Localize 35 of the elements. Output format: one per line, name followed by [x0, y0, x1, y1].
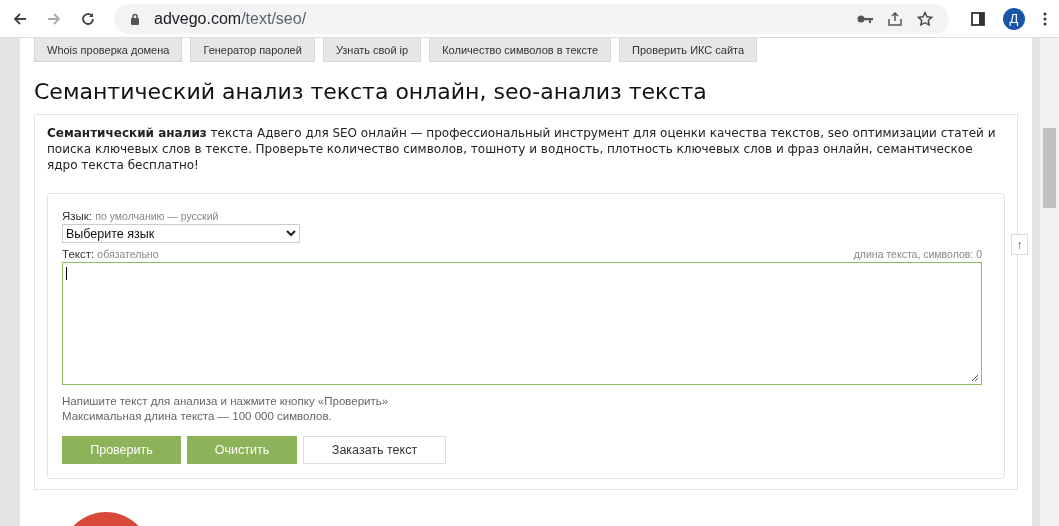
- field-label: Язык:: [62, 210, 93, 222]
- chevron-icon: [286, 230, 296, 237]
- select-value: Выберите язык: [66, 226, 155, 241]
- scroll-to-top-button[interactable]: ↑: [1011, 234, 1028, 255]
- text-input-field[interactable]: [62, 262, 982, 385]
- lock-icon: [130, 12, 140, 25]
- intro-paragraph: Семантический анализ текста Адвего для SEO онлайн — профессиональный инструмент для оценки качества текстов, seo оптимизации статей и поиска ключевых слов в тексте. Проверьте количество символов, тошноту и водность, плотность ключевых слов и фраз онлайн, семантическое ядро текста бесплатно!: [47, 125, 997, 173]
- tool-link-button[interactable]: Генератор паролей: [190, 38, 315, 62]
- url-text: advego.com/text/seo/: [154, 9, 307, 28]
- scrollbar-thumb[interactable]: [1043, 128, 1056, 208]
- key-icon[interactable]: [857, 13, 873, 24]
- help-text: Максимальная длина текста — 100 000 символов.: [62, 409, 333, 424]
- back-icon[interactable]: [12, 10, 28, 27]
- text-cursor: [66, 267, 67, 280]
- page-title: Семантический анализ текста онлайн, seo-анализ текста: [34, 79, 708, 104]
- field-hint: обязательно: [97, 248, 159, 260]
- reload-icon[interactable]: [80, 10, 96, 27]
- length-counter: длина текста, символов: 0: [853, 248, 982, 260]
- share-icon[interactable]: [887, 10, 903, 27]
- tool-link-button[interactable]: Проверить ИКС сайта: [619, 38, 758, 62]
- field-label: Текст:: [62, 248, 95, 260]
- help-text: Напишите текст для анализа и нажмите кнопку «Проверить»: [62, 394, 390, 409]
- tool-link-button[interactable]: Количество символов в тексте: [429, 38, 612, 62]
- star-icon[interactable]: [917, 10, 933, 27]
- tool-link-button[interactable]: Whois проверка домена: [34, 38, 183, 62]
- order-button[interactable]: Заказать текст: [303, 436, 446, 464]
- side-panel-icon[interactable]: [971, 11, 985, 26]
- scrollbar[interactable]: [1040, 38, 1059, 526]
- language-select[interactable]: Выберите язык: [62, 224, 300, 243]
- resize-grip-icon[interactable]: [971, 374, 979, 382]
- address-bar[interactable]: advego.com/text/seo/: [114, 3, 949, 34]
- menu-icon[interactable]: [1043, 11, 1047, 26]
- profile-avatar[interactable]: Д: [1003, 7, 1025, 30]
- field-hint: по умолчанию — русский: [95, 210, 219, 222]
- tool-link-button[interactable]: Узнать свой ip: [322, 38, 422, 62]
